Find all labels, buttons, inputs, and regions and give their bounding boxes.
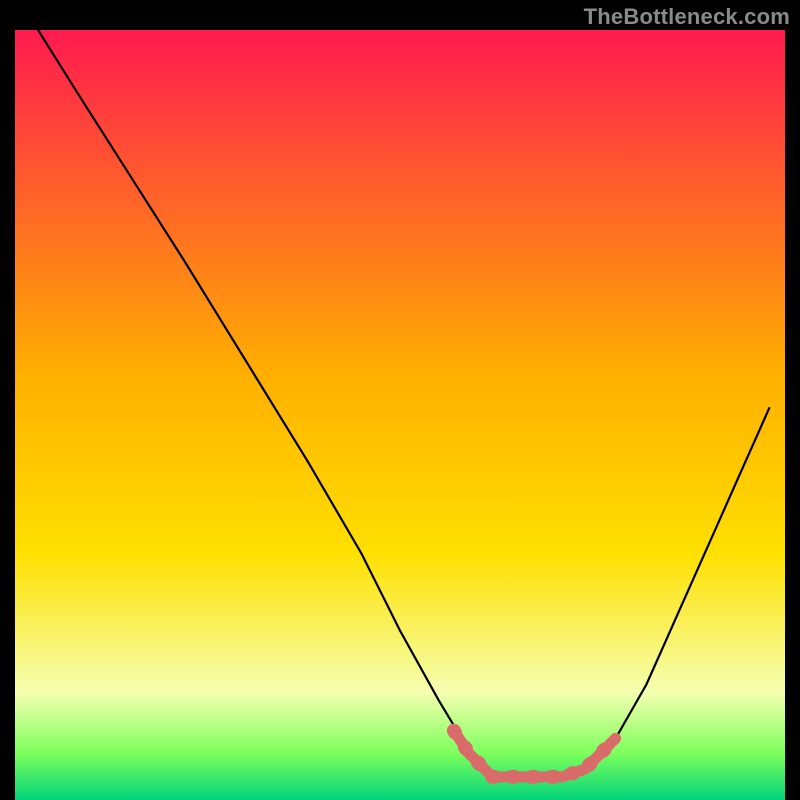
chart-frame	[15, 30, 785, 800]
gradient-background	[15, 30, 785, 800]
bottleneck-chart	[15, 30, 785, 800]
watermark: TheBottleneck.com	[584, 4, 790, 30]
